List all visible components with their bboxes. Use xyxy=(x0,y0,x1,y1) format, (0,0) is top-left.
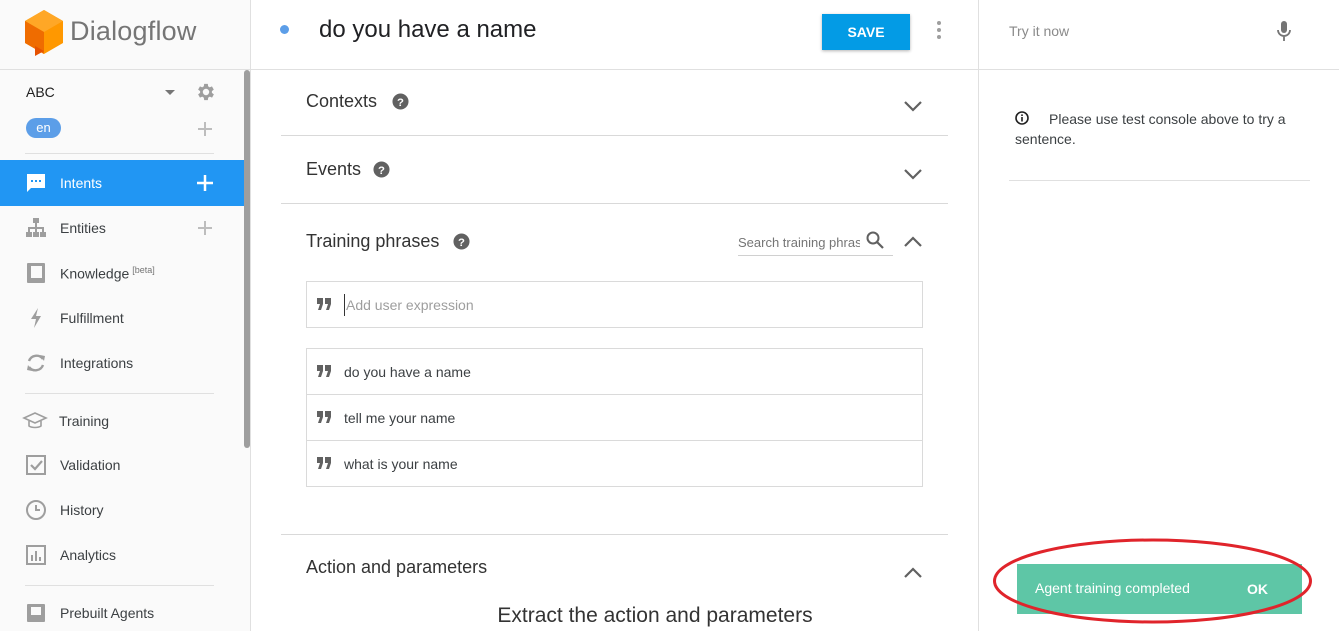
training-toast: Agent training completed OK xyxy=(1017,564,1302,614)
sidebar-item-validation[interactable]: Validation xyxy=(0,442,245,488)
quote-icon xyxy=(317,411,331,423)
bolt-icon xyxy=(31,308,41,328)
agent-dropdown-icon[interactable] xyxy=(165,90,175,95)
sidebar-item-label: Entities xyxy=(60,220,106,236)
training-phrase-text: what is your name xyxy=(344,456,458,472)
sidebar-item-prebuilt-agents[interactable]: Prebuilt Agents xyxy=(0,590,245,631)
svg-text:?: ? xyxy=(458,237,465,249)
sidebar-item-label: Validation xyxy=(60,457,121,473)
training-phrase-row[interactable]: what is your name xyxy=(307,441,922,487)
sidebar-item-label: Analytics xyxy=(60,547,117,563)
section-divider xyxy=(281,135,948,136)
training-phrase-row[interactable]: do you have a name xyxy=(307,349,922,395)
sidebar-item-history[interactable]: History xyxy=(0,487,245,533)
quote-icon xyxy=(317,457,331,469)
chevron-up-icon[interactable] xyxy=(903,236,923,248)
test-console: Please use test console above to try a s… xyxy=(978,0,1339,631)
help-icon[interactable]: ? xyxy=(392,93,409,110)
sidebar-item-label: Integrations xyxy=(60,355,134,371)
contexts-heading[interactable]: Contexts xyxy=(306,91,377,112)
info-divider xyxy=(1009,180,1310,181)
section-divider xyxy=(281,534,948,535)
training-phrases-list: do you have a name tell me your name wha… xyxy=(306,348,923,487)
bar-chart-icon xyxy=(26,545,46,565)
logo[interactable]: Dialogflow xyxy=(0,0,250,70)
chat-icon xyxy=(27,174,45,192)
action-parameters-heading[interactable]: Action and parameters xyxy=(306,557,487,578)
section-divider xyxy=(281,203,948,204)
training-phrase-row[interactable]: tell me your name xyxy=(307,395,922,441)
intent-header: do you have a name SAVE xyxy=(251,0,978,70)
book-icon xyxy=(27,263,45,283)
sidebar-item-entities[interactable]: Entities xyxy=(0,205,245,251)
help-icon[interactable]: ? xyxy=(453,233,470,250)
dialogflow-logo-icon xyxy=(25,10,63,56)
try-it-now-bar xyxy=(979,0,1339,70)
add-language-icon[interactable] xyxy=(198,122,212,136)
sidebar-divider xyxy=(25,585,214,586)
gear-icon[interactable] xyxy=(195,81,217,103)
prebuilt-agents-icon xyxy=(27,604,45,622)
svg-text:?: ? xyxy=(378,165,385,177)
try-it-now-input[interactable] xyxy=(1009,20,1269,42)
quote-icon xyxy=(317,365,331,377)
hierarchy-icon xyxy=(26,218,46,237)
sidebar-item-label: Training xyxy=(59,413,110,429)
toast-message: Agent training completed xyxy=(1035,580,1190,596)
add-intent-icon[interactable] xyxy=(197,175,213,191)
logo-text: Dialogflow xyxy=(70,16,197,46)
sidebar-item-training[interactable]: Training xyxy=(0,398,245,444)
intent-editor: Contexts ? Events ? Training phrases ? d… xyxy=(251,70,978,631)
sidebar-item-fulfillment[interactable]: Fulfillment xyxy=(0,295,245,341)
toast-ok-button[interactable]: OK xyxy=(1247,581,1268,597)
knowledge-label: Knowledge xyxy=(60,265,130,282)
agent-name[interactable]: ABC xyxy=(26,84,55,100)
sidebar-divider xyxy=(25,153,214,154)
clock-icon xyxy=(26,500,46,520)
checkbox-icon xyxy=(26,455,46,475)
language-pill[interactable]: en xyxy=(26,118,61,138)
sidebar-item-analytics[interactable]: Analytics xyxy=(0,532,245,578)
save-button[interactable]: SAVE xyxy=(822,14,910,50)
chevron-down-icon[interactable] xyxy=(903,168,923,180)
training-phrase-text: tell me your name xyxy=(344,410,456,426)
training-search xyxy=(738,230,893,256)
sidebar-item-integrations[interactable]: Integrations xyxy=(0,340,245,386)
add-user-expression-input[interactable] xyxy=(344,294,904,316)
sync-icon xyxy=(27,354,45,372)
sidebar-item-label: Intents xyxy=(60,175,103,191)
sidebar-item-knowledge[interactable]: Knowledge [beta] xyxy=(0,250,245,296)
search-icon[interactable] xyxy=(866,231,884,249)
add-entity-icon[interactable] xyxy=(197,220,213,236)
chevron-down-icon[interactable] xyxy=(903,100,923,112)
extract-action-title: Extract the action and parameters xyxy=(497,604,813,627)
quote-icon xyxy=(317,298,331,310)
svg-text:?: ? xyxy=(397,97,404,109)
add-expression-box xyxy=(306,281,923,328)
sidebar-scrollbar[interactable] xyxy=(244,70,250,448)
training-search-input[interactable] xyxy=(738,232,860,252)
sidebar-item-label: Knowledge [beta] xyxy=(60,265,155,282)
training-phrase-text: do you have a name xyxy=(344,364,471,380)
events-heading[interactable]: Events xyxy=(306,159,361,180)
sidebar-item-label: Fulfillment xyxy=(60,310,124,326)
sidebar-divider xyxy=(25,393,214,394)
intent-title[interactable]: do you have a name xyxy=(319,16,537,44)
sidebar-item-label: History xyxy=(60,502,104,518)
help-icon[interactable]: ? xyxy=(373,161,390,178)
more-vert-icon[interactable] xyxy=(934,20,944,40)
microphone-icon[interactable] xyxy=(1276,19,1292,43)
test-console-info: Please use test console above to try a s… xyxy=(1015,111,1286,147)
sidebar: Dialogflow ABC en Intents Entities Knowl… xyxy=(0,0,251,631)
sidebar-item-label: Prebuilt Agents xyxy=(60,605,155,621)
training-phrases-heading[interactable]: Training phrases xyxy=(306,231,439,252)
chevron-up-icon[interactable] xyxy=(903,567,923,579)
sidebar-item-intents[interactable]: Intents xyxy=(0,160,245,206)
status-dot xyxy=(280,25,289,34)
graduation-cap-icon xyxy=(22,412,48,429)
beta-badge: [beta] xyxy=(132,264,155,275)
